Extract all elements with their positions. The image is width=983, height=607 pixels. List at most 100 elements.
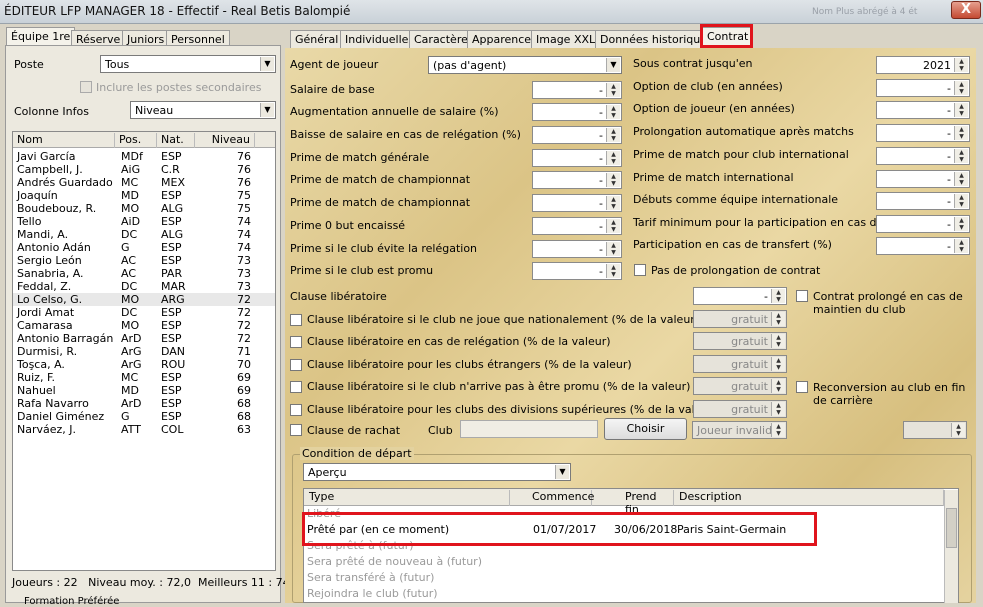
poste-select[interactable]: Tous ▼ xyxy=(100,55,276,73)
left-field-input[interactable]: - ▲ ▼ xyxy=(532,171,622,189)
clause-option-checkbox[interactable] xyxy=(290,381,302,393)
clause-option-input[interactable]: gratuit ▲ ▼ xyxy=(693,377,787,395)
left-field-input[interactable]: - ▲ ▼ xyxy=(532,262,622,280)
left-field-input[interactable]: - ▲ ▼ xyxy=(532,126,622,144)
agent-select[interactable]: (pas d'agent) ▼ xyxy=(428,56,622,74)
clause-option-checkbox[interactable] xyxy=(290,359,302,371)
spin-arrows-icon[interactable]: ▲ ▼ xyxy=(606,242,620,256)
table-row[interactable]: Rafa Navarro ArD ESP 68 xyxy=(13,397,275,410)
spin-arrows-icon[interactable]: ▲ ▼ xyxy=(771,334,785,348)
clause-option-checkbox[interactable] xyxy=(290,404,302,416)
tab-general[interactable]: Général xyxy=(290,30,344,48)
col-description[interactable]: Description xyxy=(674,490,944,506)
colonne-select[interactable]: Niveau ▼ xyxy=(130,101,276,119)
right-field-input[interactable]: 2021 ▲ ▼ xyxy=(876,56,970,74)
spin-arrows-icon[interactable]: ▲ ▼ xyxy=(954,81,968,95)
rachat-club-input[interactable] xyxy=(460,420,598,438)
spin-arrows-icon[interactable]: ▲ ▼ xyxy=(954,58,968,72)
secondary-checkbox[interactable] xyxy=(80,81,92,93)
spin-arrows-icon[interactable]: ▲ ▼ xyxy=(606,196,620,210)
table-row[interactable]: Nahuel MD ESP 69 xyxy=(13,384,275,397)
contrat-prolonge-checkbox[interactable] xyxy=(796,290,808,302)
left-field-input[interactable]: - ▲ ▼ xyxy=(532,81,622,99)
tab-apparence[interactable]: Apparence xyxy=(467,30,537,48)
table-row[interactable]: Camarasa MO ESP 72 xyxy=(13,319,275,332)
depart-scrollbar[interactable] xyxy=(944,490,958,603)
right-field-input[interactable]: - ▲ ▼ xyxy=(876,170,970,188)
right-field-input[interactable]: - ▲ ▼ xyxy=(876,79,970,97)
tab-caractere[interactable]: Caractère xyxy=(409,30,473,48)
list-item[interactable]: Sera prêté de nouveau à (futur) xyxy=(307,555,947,569)
clause-option-input[interactable]: gratuit ▲ ▼ xyxy=(693,400,787,418)
col-prend-fin[interactable]: Prend fin xyxy=(592,490,674,516)
table-row[interactable]: Lo Celso, G. MO ARG 72 xyxy=(13,293,275,306)
table-row[interactable]: Mandi, A. DC ALG 74 xyxy=(13,228,275,241)
right-field-input[interactable]: - ▲ ▼ xyxy=(876,101,970,119)
table-row[interactable]: Narváez, J. ATT COL 63 xyxy=(13,423,275,436)
spin-arrows-icon[interactable]: ▲ ▼ xyxy=(606,83,620,97)
clause-input[interactable]: - ▲ ▼ xyxy=(693,287,787,305)
table-row[interactable]: Feddal, Z. DC MAR 73 xyxy=(13,280,275,293)
table-row[interactable]: Jordi Amat DC ESP 72 xyxy=(13,306,275,319)
no-extension-checkbox[interactable] xyxy=(634,264,646,276)
table-row[interactable]: Boudebouz, R. MO ALG 75 xyxy=(13,202,275,215)
table-row[interactable]: Campbell, J. AiG C.R 76 xyxy=(13,163,275,176)
spin-arrows-icon[interactable]: ▲ ▼ xyxy=(954,172,968,186)
list-item[interactable]: Sera transféré à (futur) xyxy=(307,571,947,585)
rachat-amount-input[interactable]: ▲ ▼ xyxy=(903,421,967,439)
clause-option-input[interactable]: gratuit ▲ ▼ xyxy=(693,332,787,350)
table-row[interactable]: Javi García MDf ESP 76 xyxy=(13,150,275,163)
spin-arrows-icon[interactable]: ▲ ▼ xyxy=(954,239,968,253)
col-nat[interactable]: Nat. xyxy=(157,133,195,148)
spin-arrows-icon[interactable]: ▲ ▼ xyxy=(954,217,968,231)
clause-option-checkbox[interactable] xyxy=(290,336,302,348)
table-row[interactable]: Antonio Adán G ESP 74 xyxy=(13,241,275,254)
spin-arrows-icon[interactable]: ▲ ▼ xyxy=(771,423,785,437)
spin-arrows-icon[interactable]: ▲ ▼ xyxy=(951,423,965,437)
table-row[interactable]: Daniel Giménez G ESP 68 xyxy=(13,410,275,423)
col-pos[interactable]: Pos. xyxy=(115,133,157,148)
spin-arrows-icon[interactable]: ▲ ▼ xyxy=(954,149,968,163)
close-button[interactable]: X xyxy=(951,1,981,19)
table-row[interactable]: Antonio Barragán ArD ESP 72 xyxy=(13,332,275,345)
table-row[interactable]: Durmisi, R. ArG DAN 71 xyxy=(13,345,275,358)
tab-individuelles[interactable]: Individuelles xyxy=(340,30,420,48)
table-row[interactable]: Ruiz, F. MC ESP 69 xyxy=(13,371,275,384)
table-row[interactable]: Joaquín MD ESP 75 xyxy=(13,189,275,202)
col-commence[interactable]: Commence xyxy=(510,490,594,506)
list-item[interactable]: Rejoindra le club (futur) xyxy=(307,587,947,601)
table-row[interactable]: Toşca, A. ArG ROU 70 xyxy=(13,358,275,371)
clause-option-checkbox[interactable] xyxy=(290,314,302,326)
right-field-input[interactable]: - ▲ ▼ xyxy=(876,192,970,210)
spin-arrows-icon[interactable]: ▲ ▼ xyxy=(606,105,620,119)
left-field-input[interactable]: - ▲ ▼ xyxy=(532,149,622,167)
spin-arrows-icon[interactable]: ▲ ▼ xyxy=(954,103,968,117)
col-nom[interactable]: Nom xyxy=(13,133,115,148)
left-field-input[interactable]: - ▲ ▼ xyxy=(532,240,622,258)
right-field-input[interactable]: - ▲ ▼ xyxy=(876,147,970,165)
col-niveau[interactable]: Niveau xyxy=(195,133,255,148)
col-type[interactable]: Type xyxy=(304,490,510,506)
clause-option-input[interactable]: gratuit ▲ ▼ xyxy=(693,355,787,373)
spin-arrows-icon[interactable]: ▲ ▼ xyxy=(606,151,620,165)
table-row[interactable]: Sanabria, A. AC PAR 73 xyxy=(13,267,275,280)
clause-option-input[interactable]: gratuit ▲ ▼ xyxy=(693,310,787,328)
right-field-input[interactable]: - ▲ ▼ xyxy=(876,237,970,255)
joueur-input[interactable]: Joueur invalide ▲ ▼ xyxy=(692,421,787,439)
left-field-input[interactable]: - ▲ ▼ xyxy=(532,217,622,235)
depart-select[interactable]: Aperçu ▼ xyxy=(303,463,571,481)
spin-arrows-icon[interactable]: ▲ ▼ xyxy=(771,379,785,393)
spin-arrows-icon[interactable]: ▲ ▼ xyxy=(771,357,785,371)
spin-arrows-icon[interactable]: ▲ ▼ xyxy=(606,173,620,187)
spin-arrows-icon[interactable]: ▲ ▼ xyxy=(771,312,785,326)
reconversion-checkbox[interactable] xyxy=(796,381,808,393)
choisir-button[interactable]: Choisir xyxy=(604,418,687,440)
spin-arrows-icon[interactable]: ▲ ▼ xyxy=(954,194,968,208)
left-field-input[interactable]: - ▲ ▼ xyxy=(532,194,622,212)
table-row[interactable]: Tello AiD ESP 74 xyxy=(13,215,275,228)
tab-image-xxl[interactable]: Image XXL xyxy=(531,30,601,48)
spin-arrows-icon[interactable]: ▲ ▼ xyxy=(606,219,620,233)
spin-arrows-icon[interactable]: ▲ ▼ xyxy=(606,128,620,142)
table-row[interactable]: Andrés Guardado MC MEX 76 xyxy=(13,176,275,189)
right-field-input[interactable]: - ▲ ▼ xyxy=(876,124,970,142)
